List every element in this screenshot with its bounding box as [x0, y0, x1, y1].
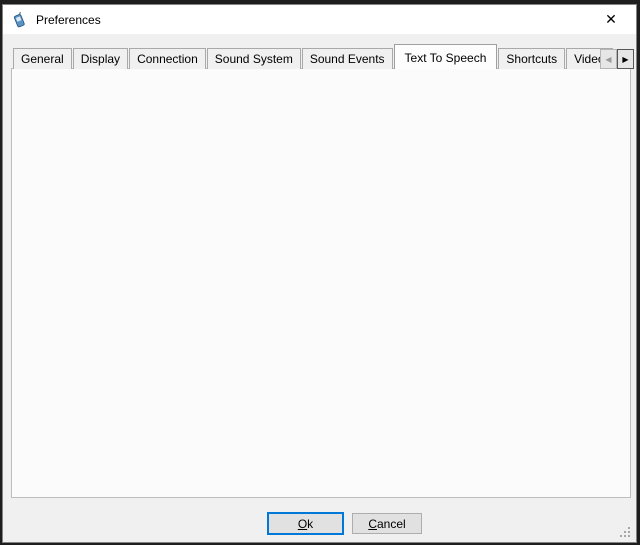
ok-button[interactable]: Ok	[267, 512, 344, 535]
tab-sound-system[interactable]: Sound System	[207, 48, 301, 69]
resize-grip[interactable]	[620, 527, 631, 538]
preferences-dialog: Preferences ✕ GeneralDisplayConnectionSo…	[2, 4, 637, 543]
cancel-button[interactable]: Cancel	[352, 513, 422, 534]
close-icon: ✕	[605, 11, 617, 28]
tab-text-to-speech[interactable]: Text To Speech	[394, 44, 498, 69]
arrow-left-icon: ◀	[605, 55, 611, 64]
tab-scroll-right-button[interactable]: ▶	[617, 49, 634, 69]
tab-shortcuts[interactable]: Shortcuts	[498, 48, 565, 69]
arrow-right-icon: ▶	[622, 55, 628, 64]
tab-display[interactable]: Display	[73, 48, 128, 69]
tab-scroll-left-button[interactable]: ◀	[600, 49, 617, 69]
tab-scroll-spinner: ◀ ▶	[600, 49, 634, 69]
title-bar[interactable]: Preferences ✕	[3, 5, 636, 34]
tab-connection[interactable]: Connection	[129, 48, 206, 69]
tab-sound-events[interactable]: Sound Events	[302, 48, 393, 69]
close-button[interactable]: ✕	[594, 5, 628, 34]
app-icon	[11, 12, 27, 28]
tab-general[interactable]: General	[13, 48, 72, 69]
window-title: Preferences	[36, 13, 101, 27]
tab-page-text-to-speech	[11, 68, 631, 498]
tab-strip: GeneralDisplayConnectionSound SystemSoun…	[13, 44, 631, 69]
